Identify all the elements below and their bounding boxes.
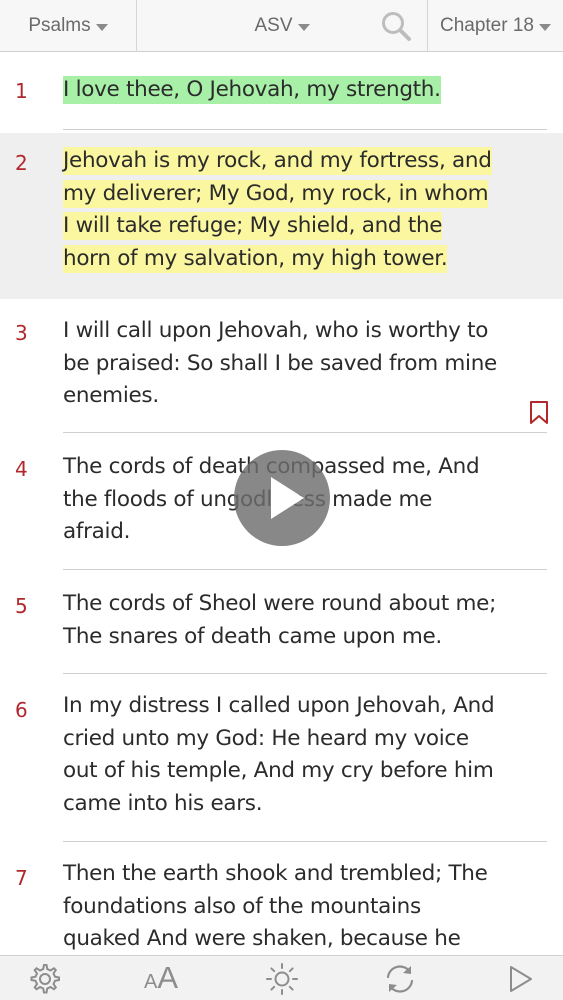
verse-line: I will call upon Jehovah, who is worthy … (63, 318, 489, 343)
verse-line: I will take refuge; My shield, and the (63, 212, 443, 241)
verse-7[interactable]: 7 Then the earth shook and trembled; The… (0, 842, 563, 955)
book-selector[interactable]: Psalms (0, 0, 137, 51)
verse-number: 7 (15, 866, 28, 890)
play-audio-icon[interactable] (503, 962, 537, 996)
settings-gear-icon[interactable] (28, 962, 62, 996)
bookmark-icon[interactable] (529, 401, 549, 425)
search-icon[interactable] (379, 9, 413, 43)
verse-number: 2 (15, 151, 28, 175)
verse-line: Jehovah is my rock, and my fortress, and (63, 147, 492, 175)
play-icon (271, 477, 304, 519)
verse-text: I love thee, O Jehovah, my strength. (63, 74, 543, 107)
verse-number: 4 (15, 457, 28, 481)
version-label: ASV (254, 14, 293, 36)
video-play-button[interactable] (234, 450, 330, 546)
verse-line: Then the earth shook and trembled; The (63, 861, 488, 886)
bottom-toolbar: AA (0, 955, 563, 1000)
verse-text: In my distress I called upon Jehovah, An… (63, 690, 543, 821)
verse-line: my deliverer; My God, my rock, in whom (63, 179, 489, 208)
chapter-selector[interactable]: Chapter 18 (427, 0, 563, 51)
chevron-down-icon (297, 24, 310, 31)
verse-text: Then the earth shook and trembled; The f… (63, 858, 543, 956)
verse-number: 3 (15, 321, 28, 345)
verse-line: The cords of Sheol were round about me; (63, 591, 497, 616)
sync-icon[interactable] (383, 962, 417, 996)
font-size-large-label: A (157, 960, 179, 995)
font-size-button[interactable]: AA (144, 960, 178, 1000)
verse-text: I will call upon Jehovah, who is worthy … (63, 315, 543, 413)
book-label: Psalms (28, 14, 91, 36)
verse-5[interactable]: 5 The cords of Sheol were round about me… (0, 570, 563, 673)
verse-number: 5 (15, 594, 28, 618)
verse-6[interactable]: 6 In my distress I called upon Jehovah, … (0, 674, 563, 841)
verse-1[interactable]: 1 I love thee, O Jehovah, my strength. (0, 52, 563, 129)
verse-line: out of his temple, And my cry before him (63, 758, 494, 784)
divider (63, 129, 547, 130)
top-bar: Psalms ASV Chapter 18 (0, 0, 563, 52)
bible-reader-app: Psalms ASV Chapter 18 1 I love thee, O J… (0, 0, 563, 1000)
verse-text: The cords of Sheol were round about me; … (63, 588, 543, 653)
verse-line: enemies. (63, 383, 159, 409)
chapter-label: Chapter 18 (439, 14, 534, 36)
verse-number: 6 (15, 698, 28, 722)
verse-line: I love thee, O Jehovah, my strength. (63, 76, 441, 104)
verse-3[interactable]: 3 I will call upon Jehovah, who is worth… (0, 299, 563, 432)
verse-line: afraid. (63, 519, 131, 545)
font-size-small-label: A (144, 971, 158, 993)
chevron-down-icon (95, 24, 108, 31)
verse-line: quaked And were shaken, because he (63, 926, 461, 952)
verse-line: In my distress I called upon Jehovah, An… (63, 693, 495, 718)
chevron-down-icon (539, 24, 551, 31)
verse-line: horn of my salvation, my high tower. (63, 245, 448, 274)
verse-text: Jehovah is my rock, and my fortress, and… (63, 145, 543, 276)
verse-line: came into his ears. (63, 791, 263, 817)
verse-line: foundations also of the mountains (63, 893, 421, 919)
verse-line: cried unto my God: He heard my voice (63, 725, 469, 751)
brightness-sun-icon[interactable] (265, 962, 299, 996)
verse-line: be praised: So shall I be saved from min… (63, 350, 497, 376)
verse-number: 1 (15, 79, 28, 103)
verse-2[interactable]: 2 Jehovah is my rock, and my fortress, a… (0, 133, 563, 299)
verse-line: The snares of death came upon me. (63, 623, 442, 649)
